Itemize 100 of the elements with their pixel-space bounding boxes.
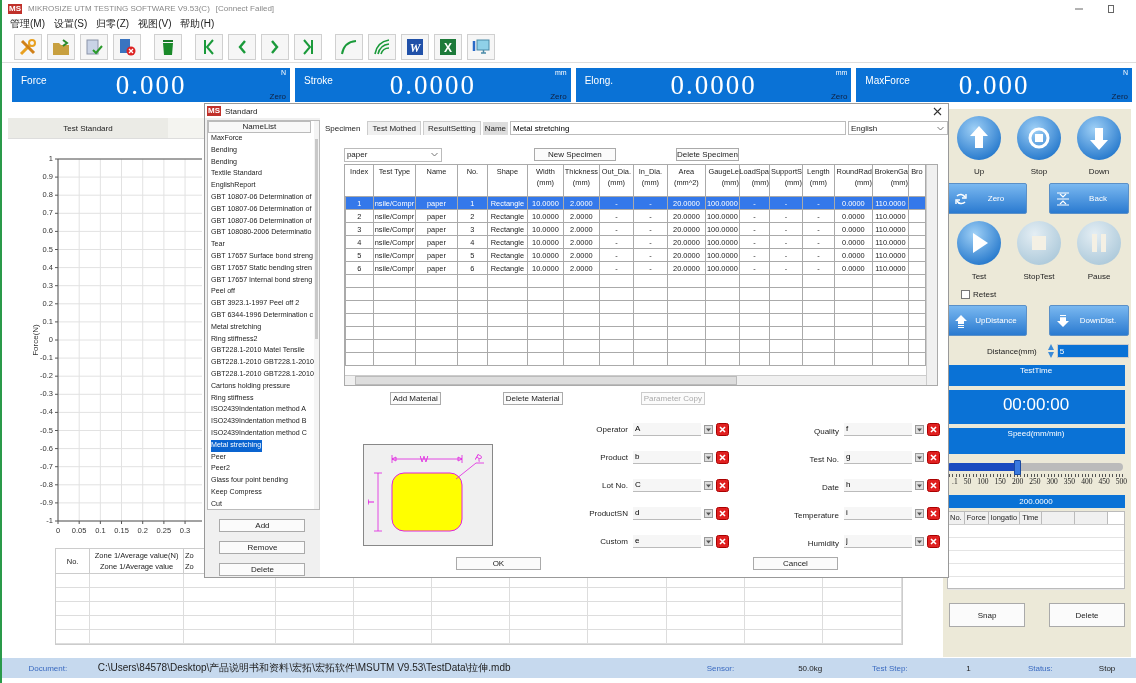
clear-icon[interactable] (715, 478, 729, 492)
clear-icon[interactable] (715, 506, 729, 520)
text-field[interactable]: h (843, 478, 912, 492)
remove-button[interactable]: Remove (219, 541, 306, 554)
text-field[interactable]: g (843, 450, 912, 464)
field-label: Test No. (808, 454, 839, 464)
y-axis-label: Force(N) (31, 324, 40, 356)
add-button[interactable]: Add (219, 519, 306, 532)
folder-icon (51, 36, 71, 57)
text-field[interactable]: A (632, 422, 701, 436)
document-delete-icon (117, 36, 137, 57)
toolbar-button[interactable] (80, 33, 108, 60)
clear-icon[interactable] (715, 450, 729, 464)
document-check-icon (84, 36, 104, 57)
text-field[interactable]: b (632, 450, 701, 464)
field-label: Custom (599, 536, 628, 546)
readout-label: MaxForce (865, 75, 910, 86)
readout-label: Force (21, 75, 47, 86)
tab[interactable]: ResultSetting (423, 121, 481, 135)
speed-label: Speed(mm/min) (947, 428, 1125, 454)
arrow-up-icon (956, 115, 1002, 161)
clear-icon[interactable] (926, 506, 940, 520)
readout-label: Elong. (584, 75, 614, 86)
menu-item[interactable]: 归零(Z) (96, 17, 130, 31)
status-label: Document: (27, 663, 69, 673)
clear-icon[interactable] (715, 422, 729, 436)
toolbar-button[interactable] (195, 33, 223, 60)
snap-button[interactable]: Snap (949, 603, 1025, 627)
up-button[interactable]: Up (949, 115, 1009, 177)
test-time-label: TestTime (947, 365, 1125, 386)
status-label: Status: (1026, 663, 1054, 673)
stop-icon (1016, 115, 1062, 161)
readout-label: Stroke (304, 75, 333, 86)
tab[interactable]: Test Mothed (367, 121, 422, 135)
language-dropdown[interactable]: English (848, 121, 948, 135)
text-field[interactable]: j (843, 534, 912, 548)
menu-item[interactable]: 管理(M) (10, 17, 45, 31)
status-value: 1 (965, 663, 972, 673)
close-icon[interactable] (933, 106, 942, 116)
text-field[interactable]: d (632, 506, 701, 520)
clear-icon[interactable] (926, 422, 940, 436)
text-field[interactable]: C (632, 478, 701, 492)
delete-button[interactable]: Delete (219, 563, 306, 576)
status-label: Sensor: (705, 663, 736, 673)
clear-icon[interactable] (926, 478, 940, 492)
slider-thumb[interactable] (1014, 460, 1022, 475)
toolbar-button[interactable] (154, 33, 182, 60)
toolbar-button[interactable] (368, 33, 396, 60)
delete-button[interactable]: Delete (1049, 603, 1125, 627)
list-header: NameList (208, 121, 311, 133)
down-button[interactable]: Down (1069, 115, 1129, 177)
status-value: 50.0kg (797, 663, 824, 673)
retest-checkbox[interactable]: Retest (961, 290, 1129, 299)
test-standard-tab[interactable]: Test Standard (8, 118, 168, 138)
window-title: MIKROSIZE UTM TESTING SOFTWARE V9.53(C) (28, 4, 210, 13)
toolbar-button[interactable] (113, 33, 141, 60)
toolbar-button[interactable] (261, 33, 289, 60)
toolbar-button[interactable] (467, 33, 495, 60)
text-field[interactable]: e (632, 534, 701, 548)
stop-icon (1016, 220, 1062, 266)
toolbar-button[interactable] (47, 33, 75, 60)
arrow-down-icon (1076, 115, 1122, 161)
clear-icon[interactable] (926, 534, 940, 548)
new-specimen-button[interactable]: New Specimen (533, 148, 616, 161)
toolbar-button[interactable] (228, 33, 256, 60)
app-logo: MS (8, 3, 22, 14)
text-field[interactable]: i (843, 506, 912, 520)
name-field[interactable]: Metal stretching (510, 121, 846, 135)
menu-item[interactable]: 帮助(H) (180, 17, 215, 31)
delete-specimen-button[interactable]: Delete Specimen (675, 148, 739, 161)
status-value: C:\Users\84578\Desktop\产品说明书和资料\宏拓\宏拓软件\MSUTM V9.53\TestData\拉伸.mdb (96, 661, 512, 675)
restore-icon[interactable] (1106, 3, 1116, 14)
stop-button[interactable]: Stop (1009, 115, 1069, 177)
width-dimension-line (391, 454, 463, 464)
specimen-dropdown[interactable]: paper (343, 147, 442, 162)
cancel-button[interactable]: Cancel (752, 557, 838, 570)
toolbar-button[interactable] (14, 33, 42, 60)
menu-item[interactable]: 设置(S) (54, 17, 88, 31)
test-button[interactable]: Test (949, 220, 1009, 282)
distance-field[interactable]: 5 (1056, 344, 1129, 358)
ok-button[interactable]: OK (455, 557, 541, 570)
clear-icon[interactable] (715, 534, 729, 548)
menu-item[interactable]: 视图(V) (138, 17, 172, 31)
add-material-button[interactable]: Add Material (389, 392, 441, 405)
toolbar-button[interactable] (335, 33, 363, 60)
app-logo: MS (207, 106, 221, 116)
test-time-display: 00:00:00 (947, 390, 1125, 424)
curves-icon (372, 36, 392, 57)
clear-icon[interactable] (926, 450, 940, 464)
horizontal-scrollbar[interactable] (344, 375, 926, 385)
delete-material-button[interactable]: Delete Material (502, 392, 563, 405)
readout-value: 0.0000 (670, 70, 757, 101)
vertical-scrollbar[interactable] (925, 165, 937, 385)
field-label: Date (821, 482, 839, 492)
distance-label: Distance(mm) (987, 346, 1037, 356)
toolbar-button[interactable] (294, 33, 322, 60)
field-label: Humidity (806, 538, 839, 548)
play-icon (956, 220, 1002, 266)
field-label: Quality (813, 426, 839, 436)
text-field[interactable]: f (843, 422, 912, 436)
